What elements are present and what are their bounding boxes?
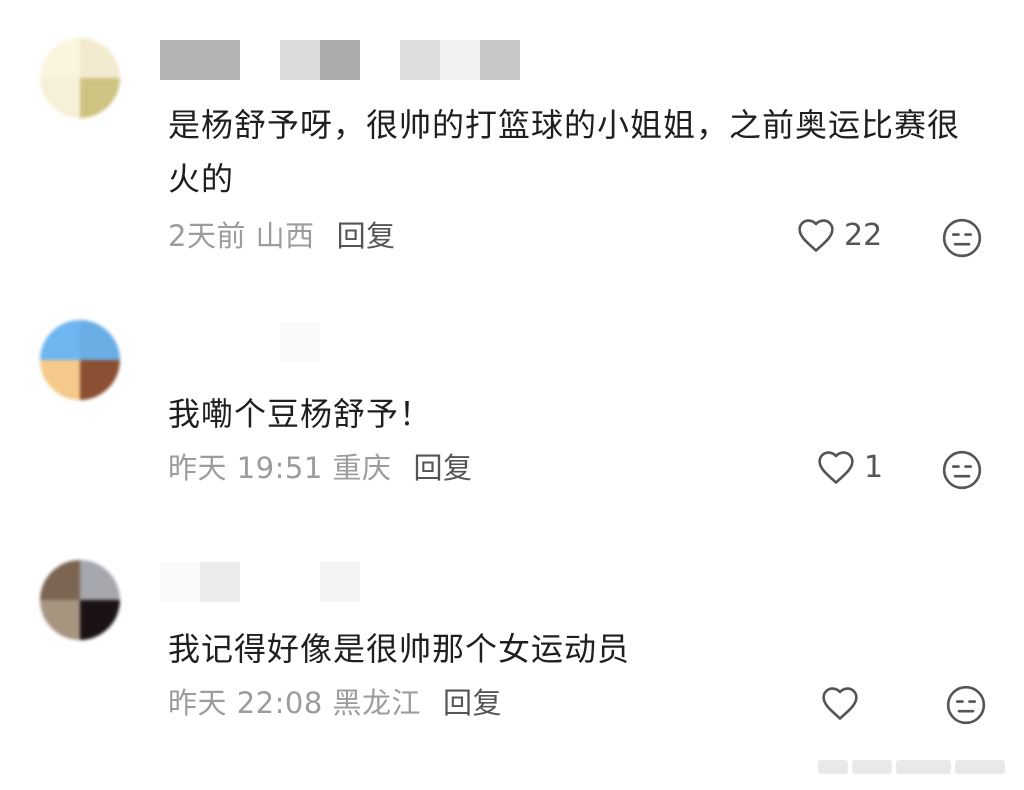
avatar[interactable] xyxy=(40,320,120,400)
reply-button[interactable]: 回复 xyxy=(443,686,502,720)
meh-face-icon[interactable] xyxy=(941,449,983,491)
meh-face-icon[interactable] xyxy=(945,684,987,726)
like-button[interactable] xyxy=(820,685,868,721)
like-button[interactable]: 1 xyxy=(816,449,883,485)
username-redacted[interactable] xyxy=(160,40,520,80)
like-button[interactable]: 22 xyxy=(796,217,882,253)
comment-text: 我记得好像是很帅那个女运动员 xyxy=(168,630,631,668)
time-location: 昨天 22:08 黑龙江 xyxy=(168,686,422,720)
comment-meta: 2天前 山西 回复 xyxy=(168,216,396,256)
username-redacted[interactable] xyxy=(160,562,360,602)
reply-button[interactable]: 回复 xyxy=(337,219,396,253)
comment-meta: 昨天 22:08 黑龙江 回复 xyxy=(168,683,502,723)
heart-outline-icon xyxy=(818,451,854,484)
avatar[interactable] xyxy=(40,38,120,118)
heart-outline-icon xyxy=(822,687,858,720)
comment-text: 我嘞个豆杨舒予！ xyxy=(168,395,433,433)
username-redacted[interactable] xyxy=(160,322,320,362)
meh-face-icon[interactable] xyxy=(941,217,983,259)
like-count: 1 xyxy=(864,449,884,485)
comment-text: 是杨舒予呀，很帅的打篮球的小姐姐，之前奥运比赛很火的 xyxy=(168,106,961,198)
time-location: 昨天 19:51 重庆 xyxy=(168,451,392,485)
like-count: 22 xyxy=(844,217,883,253)
watermark xyxy=(818,760,1018,776)
avatar[interactable] xyxy=(40,560,120,640)
heart-outline-icon xyxy=(798,219,834,252)
comment-meta: 昨天 19:51 重庆 回复 xyxy=(168,448,473,488)
time-location: 2天前 山西 xyxy=(168,219,315,253)
reply-button[interactable]: 回复 xyxy=(414,451,473,485)
